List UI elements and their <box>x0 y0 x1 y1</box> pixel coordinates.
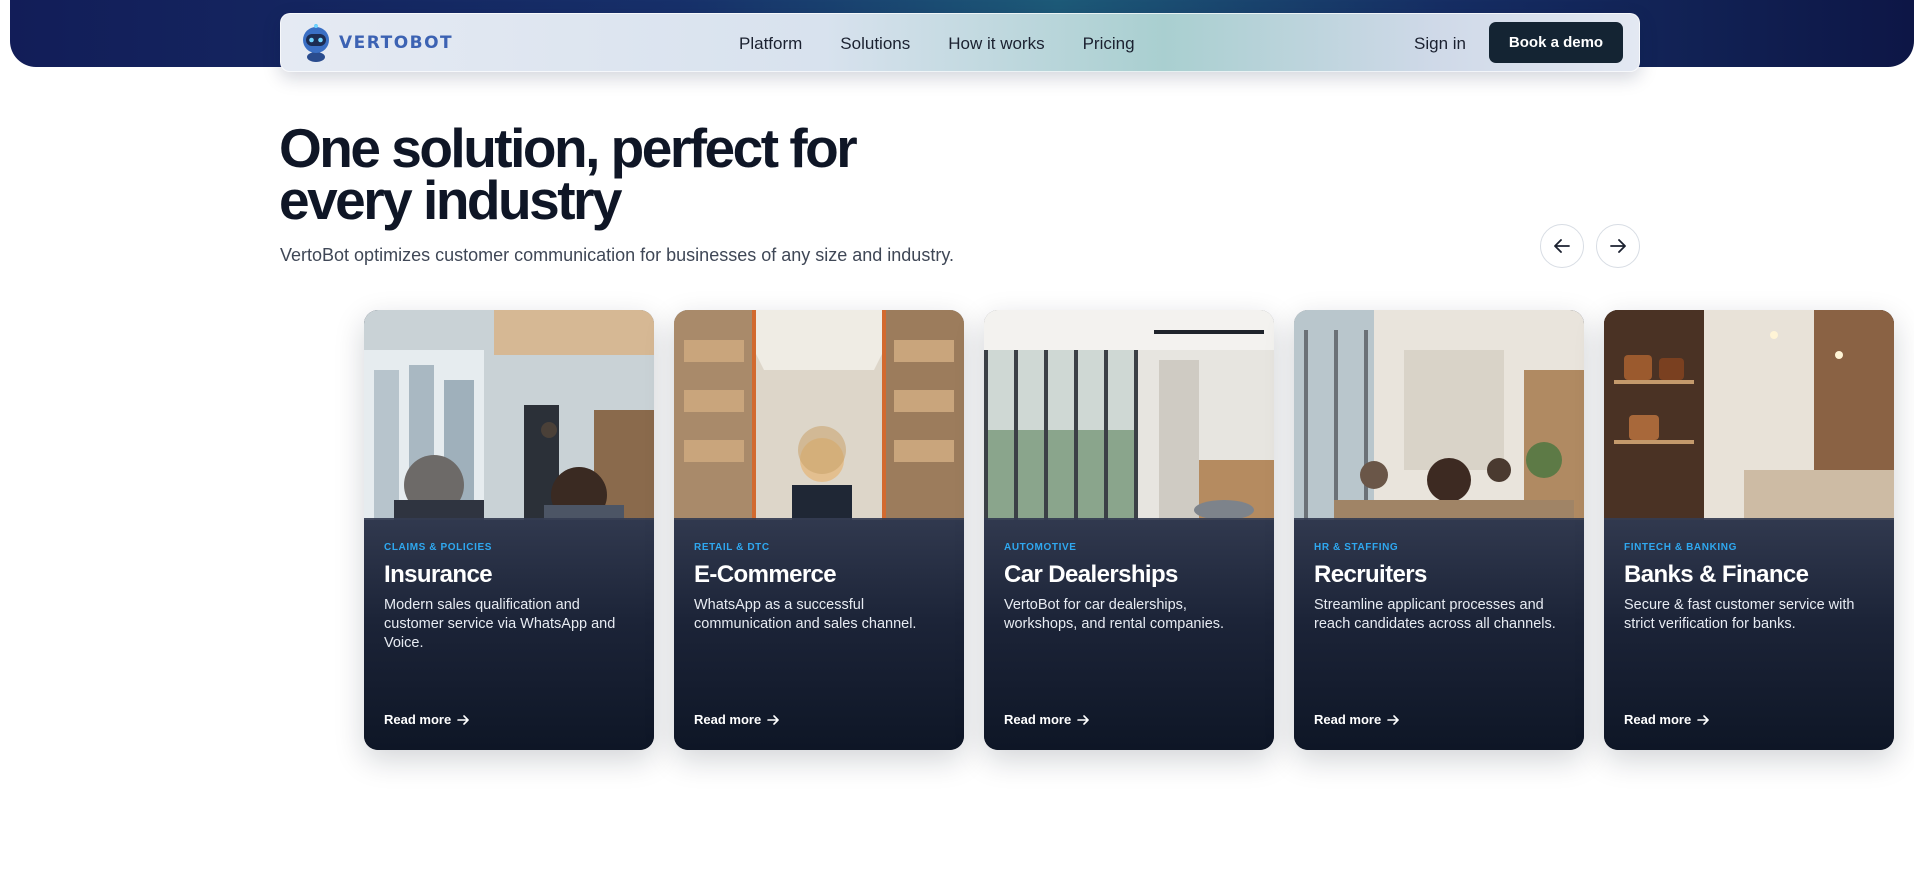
industry-carousel: Claims & Policies Insurance Modern sales… <box>364 310 1914 750</box>
read-more-link[interactable]: Read more <box>1314 712 1400 727</box>
nav-item-how-it-works[interactable]: How it works <box>948 34 1044 54</box>
navbar: VERTOBOT Platform Solutions How it works… <box>280 13 1640 72</box>
book-demo-button[interactable]: Book a demo <box>1489 22 1623 63</box>
read-more-label: Read more <box>1314 712 1382 727</box>
read-more-label: Read more <box>1624 712 1692 727</box>
card-description: Modern sales qualification and customer … <box>384 597 616 651</box>
card-image <box>984 310 1274 520</box>
card-description: VertoBot for car dealerships, workshops,… <box>1004 597 1225 632</box>
read-more-label: Read more <box>694 712 762 727</box>
card-content: Automotive Car Dealerships VertoBot for … <box>1004 542 1259 634</box>
arrow-right-icon <box>1387 714 1400 725</box>
arrow-right-icon <box>767 714 780 725</box>
industry-card-car-dealerships[interactable]: Automotive Car Dealerships VertoBot for … <box>984 310 1274 750</box>
arrow-right-icon <box>1077 714 1090 725</box>
arrow-right-icon <box>457 714 470 725</box>
nav-item-pricing[interactable]: Pricing <box>1083 34 1135 54</box>
card-description: Secure & fast customer service with stri… <box>1624 597 1855 632</box>
card-category: Claims & Policies <box>384 542 492 553</box>
card-image <box>674 310 964 520</box>
read-more-link[interactable]: Read more <box>1624 712 1710 727</box>
robot-logo-icon <box>303 24 329 62</box>
card-title: Recruiters <box>1314 561 1427 588</box>
card-image <box>1604 310 1894 520</box>
card-content: HR & Staffing Recruiters Streamline appl… <box>1314 542 1569 634</box>
read-more-link[interactable]: Read more <box>1004 712 1090 727</box>
card-title: Insurance <box>384 561 493 588</box>
logo-text: VERTOBOT <box>339 33 454 53</box>
industry-card-recruiters[interactable]: HR & Staffing Recruiters Streamline appl… <box>1294 310 1584 750</box>
card-category: HR & Staffing <box>1314 542 1399 553</box>
card-title: Car Dealerships <box>1004 561 1178 588</box>
read-more-label: Read more <box>1004 712 1072 727</box>
arrow-right-icon <box>1610 239 1626 253</box>
card-image <box>1294 310 1584 520</box>
card-image <box>364 310 654 520</box>
logo[interactable]: VERTOBOT <box>299 24 453 62</box>
read-more-label: Read more <box>384 712 452 727</box>
card-content: Fintech & Banking Banks & Finance Secure… <box>1624 542 1879 634</box>
card-category: Fintech & Banking <box>1624 542 1737 553</box>
page-subtitle: VertoBot optimizes customer communicatio… <box>280 245 954 265</box>
card-category: Retail & DTC <box>694 542 770 553</box>
card-description: Streamline applicant processes and reach… <box>1314 597 1556 632</box>
sign-in-link[interactable]: Sign in <box>1414 34 1466 54</box>
nav-item-solutions[interactable]: Solutions <box>840 34 910 54</box>
nav-item-platform[interactable]: Platform <box>739 34 802 54</box>
page-title-line-1: One solution, perfect for <box>279 117 858 179</box>
card-content: Claims & Policies Insurance Modern sales… <box>384 542 639 653</box>
card-category: Automotive <box>1004 542 1077 553</box>
read-more-link[interactable]: Read more <box>384 712 470 727</box>
card-title: Banks & Finance <box>1624 561 1809 588</box>
read-more-link[interactable]: Read more <box>694 712 780 727</box>
card-content: Retail & DTC E-Commerce WhatsApp as a su… <box>694 542 949 634</box>
card-title: E-Commerce <box>694 561 837 588</box>
industry-card-e-commerce[interactable]: Retail & DTC E-Commerce WhatsApp as a su… <box>674 310 964 750</box>
arrow-right-icon <box>1697 714 1710 725</box>
industry-card-banks-finance[interactable]: Fintech & Banking Banks & Finance Secure… <box>1604 310 1894 750</box>
card-description: WhatsApp as a successful communication a… <box>694 597 917 632</box>
carousel-prev-button[interactable] <box>1540 224 1584 268</box>
carousel-next-button[interactable] <box>1596 224 1640 268</box>
main-nav: Platform Solutions How it works Pricing <box>739 14 1173 73</box>
industry-card-insurance[interactable]: Claims & Policies Insurance Modern sales… <box>364 310 654 750</box>
page-title-line-2: every industry <box>279 169 623 231</box>
arrow-left-icon <box>1554 239 1570 253</box>
page-title: One solution, perfect for every industry <box>279 117 979 231</box>
